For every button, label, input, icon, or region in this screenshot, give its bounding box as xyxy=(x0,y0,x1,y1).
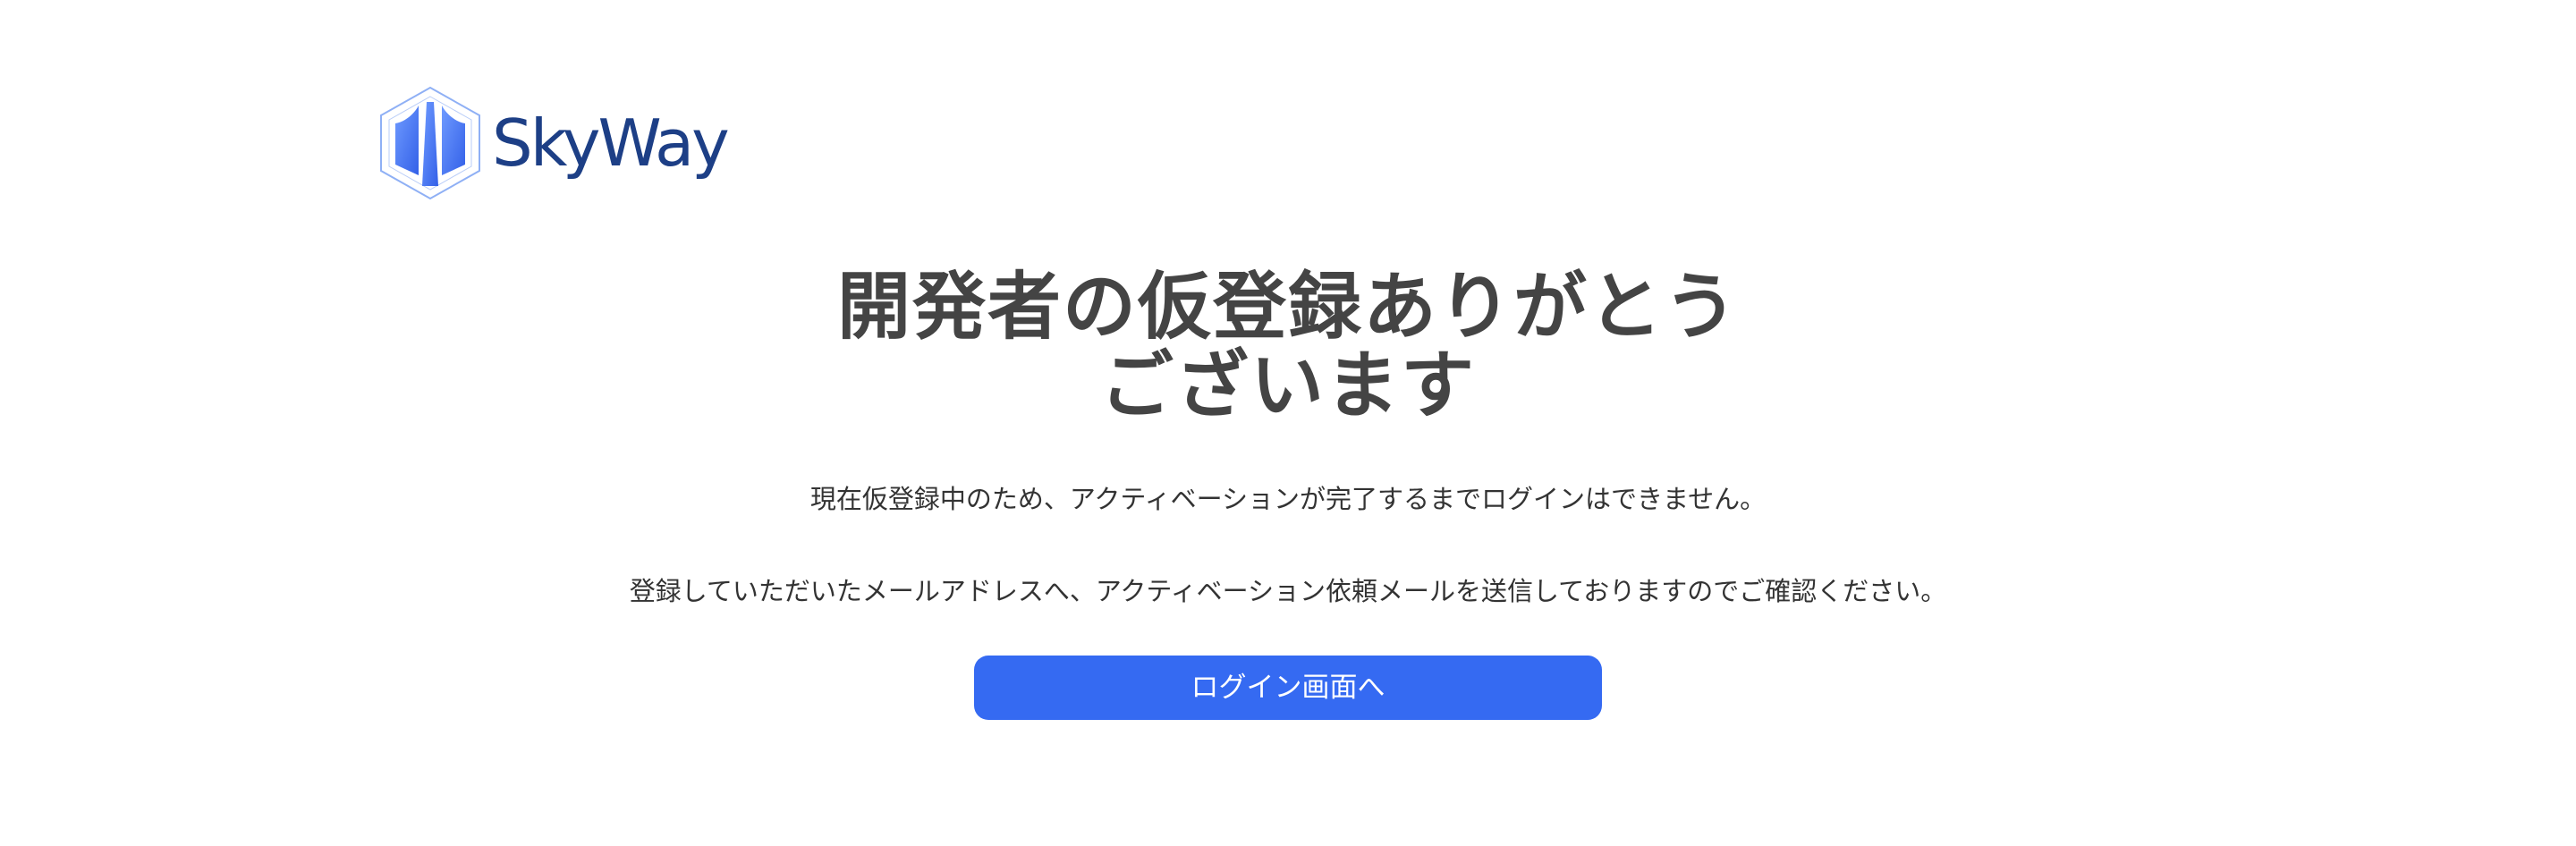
confirmation-content: 開発者の仮登録ありがとう ございます 現在仮登録中のため、アクティベーションが完… xyxy=(0,268,2576,720)
page-title: 開発者の仮登録ありがとう ございます xyxy=(0,268,2576,426)
login-page-button[interactable]: ログイン画面へ xyxy=(974,656,1602,720)
activation-email-message: 登録していただいたメールアドレスへ、アクティベーション依頼メールを送信しておりま… xyxy=(629,576,1947,606)
title-line-1: 開発者の仮登録ありがとう xyxy=(836,265,1739,350)
title-line-2: ございます xyxy=(1099,343,1476,428)
pending-activation-message: 現在仮登録中のため、アクティベーションが完了するまでログインはできません。 xyxy=(809,484,1767,514)
logo-text: SkyWay xyxy=(492,106,730,181)
skyway-hexagon-logo-icon xyxy=(379,86,481,200)
skyway-logo[interactable]: SkyWay xyxy=(379,84,730,202)
page: SkyWay 開発者の仮登録ありがとう ございます 現在仮登録中のため、アクティ… xyxy=(0,0,2576,846)
